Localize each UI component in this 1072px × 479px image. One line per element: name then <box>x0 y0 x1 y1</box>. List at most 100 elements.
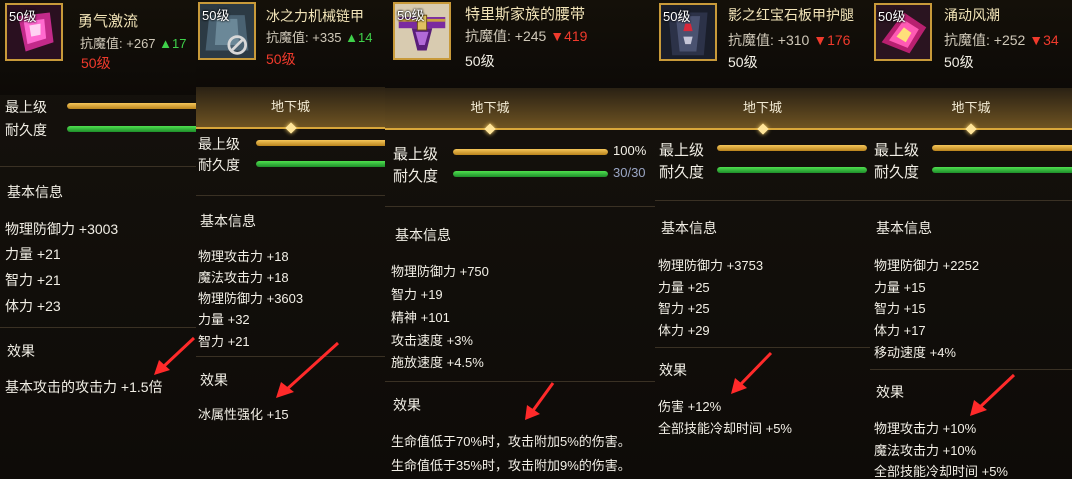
stat-line: 物理防御力 +750 <box>391 264 489 279</box>
stat-line: 力量 +25 <box>658 280 710 295</box>
stat-line: 智力 +21 <box>198 334 250 349</box>
dungeon-banner: 地下城 <box>196 87 385 134</box>
level-badge: 50级 <box>397 8 425 23</box>
basic-info-title: 基本信息 <box>661 220 717 236</box>
level-badge: 50级 <box>878 9 906 24</box>
effect-line: 魔法攻击力 +10% <box>874 443 977 458</box>
basic-info-title: 基本信息 <box>200 213 256 229</box>
required-level: 50级 <box>944 54 974 70</box>
item-tooltip-2: 50级 冰之力机械链甲 抗魔值: +335 ▲14 50级 地下城 最上级 耐久… <box>196 0 385 479</box>
red-arrow-annotation <box>154 336 196 375</box>
stat-line: 体力 +23 <box>5 298 61 314</box>
item-name: 影之红宝石板甲护腿 <box>728 7 854 23</box>
effect-line: 伤害 +12% <box>658 399 722 414</box>
resist-delta: ▲14 <box>345 30 373 45</box>
required-level: 50级 <box>465 53 495 69</box>
stat-line: 魔法攻击力 +18 <box>198 270 289 285</box>
diamond-icon <box>284 122 297 134</box>
grade-bar: 最上级 <box>5 96 197 116</box>
item-icon[interactable]: 50级 <box>5 3 63 61</box>
effect-title: 效果 <box>393 397 421 413</box>
magic-resist: 抗魔值: +245 ▼419 <box>465 28 588 44</box>
stat-line: 力量 +32 <box>198 312 250 327</box>
stat-line: 体力 +17 <box>874 323 926 338</box>
required-level: 50级 <box>266 51 296 67</box>
durability-bar: 耐久度 <box>5 119 197 139</box>
magic-resist: 抗魔值: +252 ▼34 <box>944 32 1059 48</box>
basic-info-title: 基本信息 <box>395 227 451 243</box>
effect-title: 效果 <box>876 384 904 400</box>
effect-line: 生命值低于70%时，攻击附加5%的伤害。 <box>391 434 631 449</box>
required-level: 50级 <box>81 55 111 71</box>
effect-line: 全部技能冷却时间 +5% <box>658 421 792 436</box>
effect-title: 效果 <box>7 343 35 359</box>
magic-resist: 抗魔值: +267 ▲17 <box>80 36 187 51</box>
stat-line: 物理防御力 +3753 <box>658 258 764 273</box>
red-arrow-annotation <box>525 382 555 420</box>
grade-bar: 最上级 <box>198 133 385 153</box>
stat-line: 施放速度 +4.5% <box>391 355 484 370</box>
effect-title: 效果 <box>200 372 228 388</box>
effect-line: 物理攻击力 +10% <box>874 421 977 436</box>
stat-line: 移动速度 +4% <box>874 345 956 360</box>
stat-line: 物理防御力 +3003 <box>5 221 119 237</box>
item-icon[interactable]: 50级 <box>198 2 256 60</box>
grade-bar: 最上级 <box>874 138 1072 159</box>
stat-line: 攻击速度 +3% <box>391 333 473 348</box>
item-icon[interactable]: 50级 <box>393 2 451 60</box>
stat-line: 智力 +15 <box>874 301 926 316</box>
item-name: 勇气激流 <box>78 13 139 30</box>
magic-resist: 抗魔值: +335 ▲14 <box>266 30 373 45</box>
level-badge: 50级 <box>663 9 691 24</box>
resist-delta: ▲17 <box>159 36 187 51</box>
stat-line: 物理防御力 +2252 <box>874 258 980 273</box>
effect-line: 全部技能冷却时间 +5% <box>874 464 1008 479</box>
stat-line: 力量 +15 <box>874 280 926 295</box>
dungeon-banner: 地下城 <box>655 88 870 135</box>
item-tooltip-1: 50级 勇气激流 抗魔值: +267 ▲17 50级 最上级 耐久度 基本信息 … <box>0 0 197 479</box>
durability-bar: 耐久度 <box>659 160 870 181</box>
effect-line: 冰属性强化 +15 <box>198 407 289 422</box>
grade-bar: 最上级 100% <box>393 143 647 163</box>
stat-line: 体力 +29 <box>658 323 710 338</box>
magic-resist: 抗魔值: +310 ▼176 <box>728 32 851 48</box>
required-level: 50级 <box>728 54 758 70</box>
red-arrow-annotation <box>276 341 340 398</box>
durability-bar: 耐久度 <box>874 160 1072 181</box>
item-icon[interactable]: 50级 <box>659 3 717 61</box>
item-icon[interactable]: 50级 <box>874 3 932 61</box>
dungeon-banner: 地下城 <box>385 88 655 135</box>
item-tooltip-5: 50级 涌动风潮 抗魔值: +252 ▼34 50级 地下城 最上级 耐久度 基… <box>870 0 1072 479</box>
item-name: 特里斯家族的腰带 <box>465 6 586 23</box>
item-name: 涌动风潮 <box>944 7 1000 23</box>
level-badge: 50级 <box>9 9 37 24</box>
red-arrow-annotation <box>970 373 1016 416</box>
dungeon-banner: 地下城 <box>870 88 1072 135</box>
stat-line: 精神 +101 <box>391 310 450 325</box>
stat-line: 物理攻击力 +18 <box>198 249 289 264</box>
resist-delta: ▼176 <box>813 32 851 48</box>
stat-line: 智力 +21 <box>5 272 61 288</box>
stat-line: 力量 +21 <box>5 246 61 262</box>
basic-info-title: 基本信息 <box>876 220 932 236</box>
item-tooltip-4: 50级 影之红宝石板甲护腿 抗魔值: +310 ▼176 50级 地下城 最上级… <box>655 0 870 479</box>
durability-bar: 耐久度 <box>198 154 385 174</box>
diamond-icon <box>965 123 977 135</box>
effect-title: 效果 <box>659 362 687 378</box>
stat-line: 物理防御力 +3603 <box>198 291 304 306</box>
diamond-icon <box>484 123 496 135</box>
item-name: 冰之力机械链甲 <box>266 8 364 24</box>
durability-value: 30/30 <box>613 165 646 180</box>
effect-line: 基本攻击的攻击力 +1.5倍 <box>5 379 163 395</box>
effect-line: 生命值低于35%时，攻击附加9%的伤害。 <box>391 458 631 473</box>
level-badge: 50级 <box>202 8 230 23</box>
item-tooltip-3: 50级 特里斯家族的腰带 抗魔值: +245 ▼419 50级 地下城 最上级 … <box>385 0 655 479</box>
basic-info-title: 基本信息 <box>7 184 63 200</box>
stat-line: 智力 +25 <box>658 301 710 316</box>
red-arrow-annotation <box>731 351 773 394</box>
grade-bar: 最上级 <box>659 138 870 159</box>
grade-value: 100% <box>613 143 647 158</box>
stat-line: 智力 +19 <box>391 287 443 302</box>
durability-bar: 耐久度 30/30 <box>393 165 646 185</box>
resist-delta: ▼34 <box>1029 32 1059 48</box>
